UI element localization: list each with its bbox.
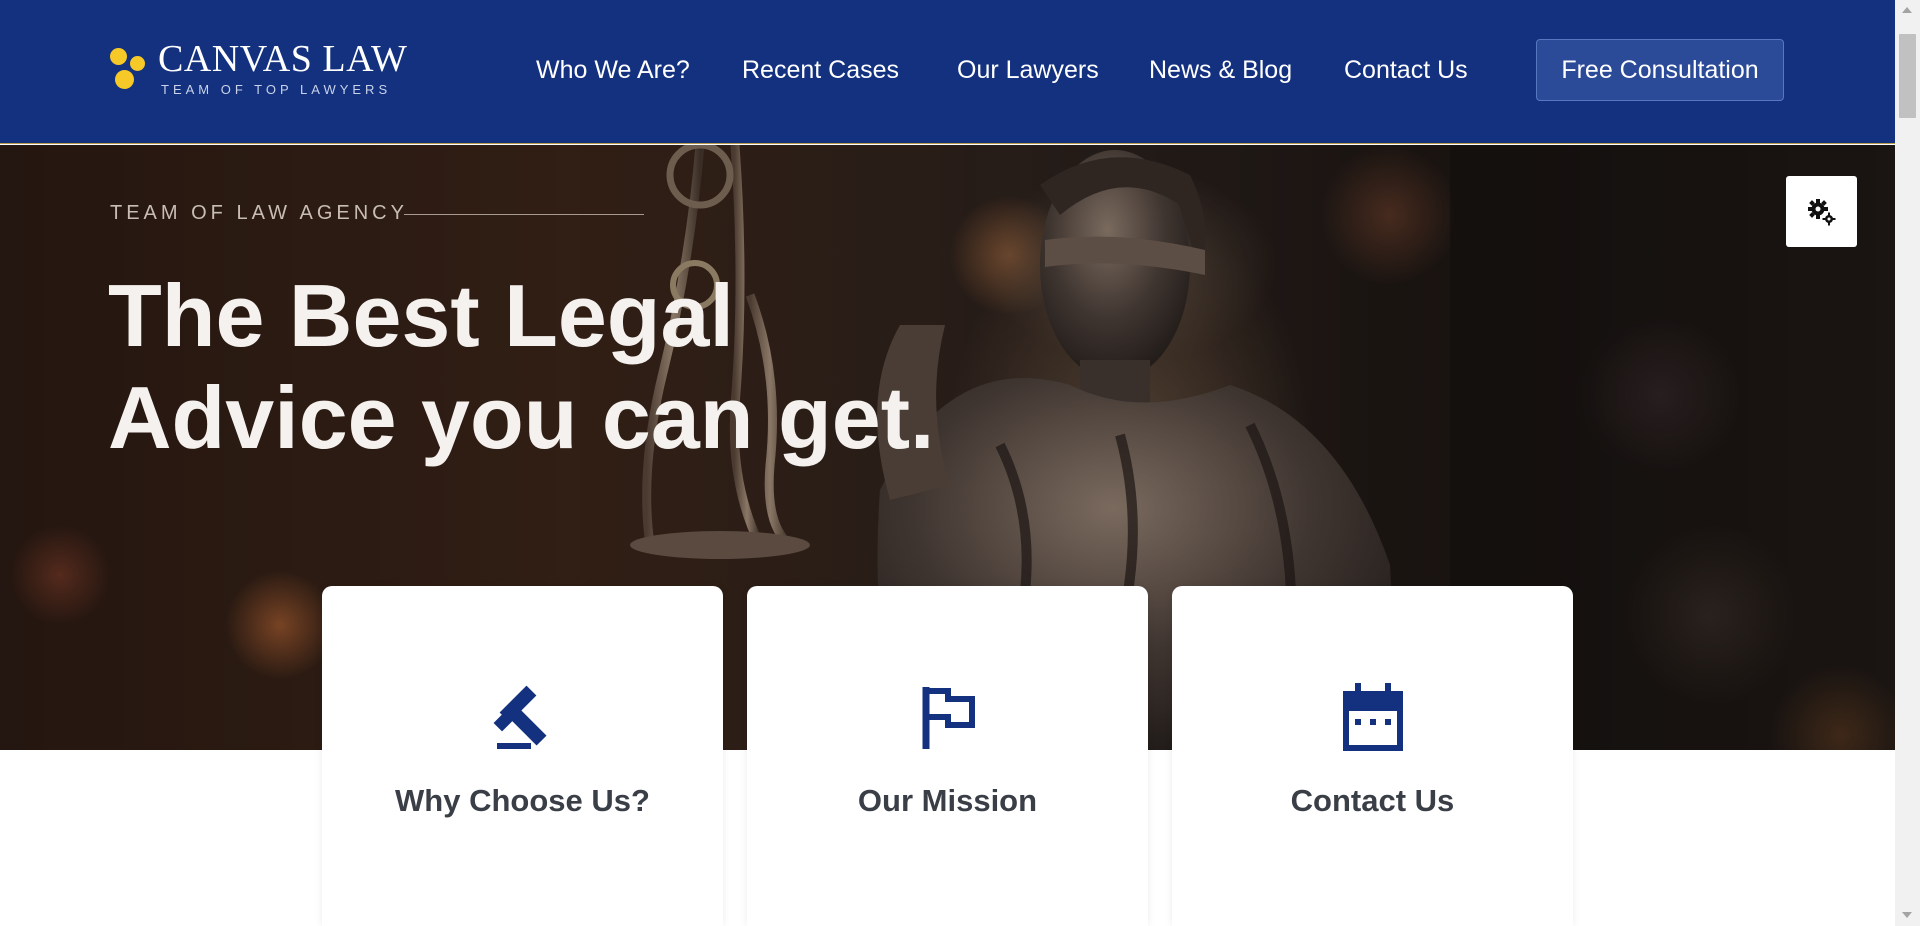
brand-name: CANVAS LAW xyxy=(158,38,408,80)
eyebrow-divider xyxy=(404,214,644,215)
nav-item-contact-us[interactable]: Contact Us xyxy=(1344,52,1468,88)
flag-icon xyxy=(922,687,975,749)
feature-card-contact-us[interactable]: Contact Us xyxy=(1172,586,1573,926)
headline-line-1: The Best Legal xyxy=(108,266,734,365)
free-consultation-button[interactable]: Free Consultation xyxy=(1536,39,1784,101)
site-header: CANVAS LAW TEAM OF TOP LAWYERS Who We Ar… xyxy=(0,0,1895,144)
logo-dots-icon xyxy=(110,48,150,92)
gears-icon xyxy=(1808,199,1836,226)
nav-item-news-blog[interactable]: News & Blog xyxy=(1149,52,1292,88)
hero-eyebrow: TEAM OF LAW AGENCY xyxy=(110,202,408,224)
page-scrollbar[interactable] xyxy=(1895,0,1920,926)
calendar-icon xyxy=(1342,683,1403,751)
hero-headline: The Best Legal Advice you can get. xyxy=(108,265,934,469)
nav-item-who-we-are[interactable]: Who We Are? xyxy=(536,52,690,88)
headline-line-2: Advice you can get. xyxy=(108,368,935,467)
gavel-icon xyxy=(493,685,547,749)
scroll-down-arrow-icon[interactable] xyxy=(1902,912,1912,918)
feature-label: Why Choose Us? xyxy=(395,783,650,818)
brand-tagline: TEAM OF TOP LAWYERS xyxy=(161,82,392,97)
feature-card-our-mission[interactable]: Our Mission xyxy=(747,586,1148,926)
feature-label: Our Mission xyxy=(857,783,1038,818)
feature-label: Contact Us xyxy=(1290,783,1455,818)
feature-card-why-choose-us[interactable]: Why Choose Us? xyxy=(322,586,723,926)
brand-logo[interactable]: CANVAS LAW TEAM OF TOP LAWYERS xyxy=(110,38,407,104)
nav-item-our-lawyers[interactable]: Our Lawyers xyxy=(957,52,1099,88)
scroll-thumb[interactable] xyxy=(1899,34,1916,118)
settings-button[interactable] xyxy=(1786,176,1857,247)
nav-item-recent-cases[interactable]: Recent Cases xyxy=(742,52,899,88)
scroll-up-arrow-icon[interactable] xyxy=(1902,7,1912,13)
